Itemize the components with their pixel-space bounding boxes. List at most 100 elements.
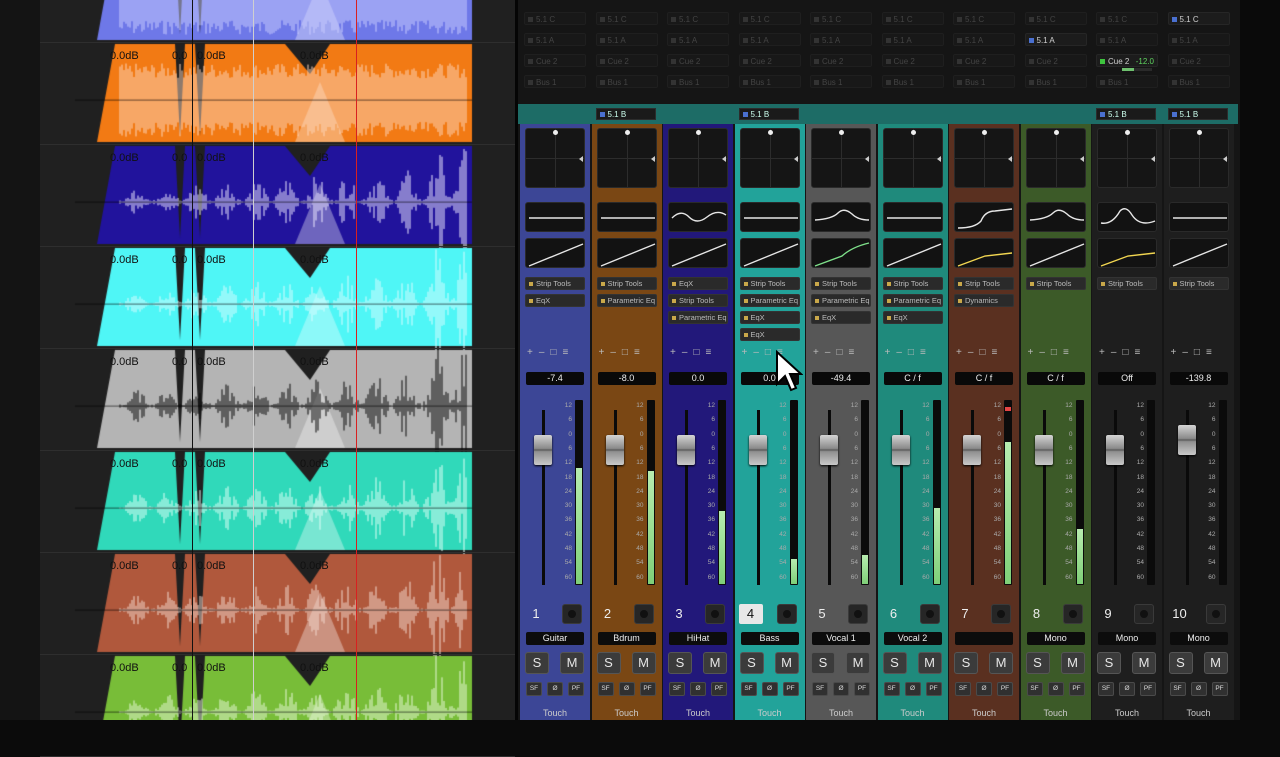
insert-power-icon[interactable] — [743, 333, 748, 338]
solo-free-button[interactable]: SF — [1169, 682, 1186, 696]
send-slot[interactable]: 5.1 C — [667, 12, 729, 25]
send-slot[interactable]: 5.1 A — [953, 33, 1015, 46]
clip-gain-label[interactable]: 0.0dB — [110, 254, 139, 266]
solo-free-button[interactable]: SF — [883, 682, 900, 696]
dynamics-curve-thumbnail[interactable] — [1168, 238, 1229, 268]
phase-invert-button[interactable]: Ø — [1047, 682, 1064, 696]
eq-curve-thumbnail[interactable] — [596, 202, 657, 232]
clip-gain-label[interactable]: 0.0dB — [300, 50, 329, 62]
clip-gain-label[interactable]: 0.0dB — [197, 356, 226, 368]
phase-invert-button[interactable]: Ø — [547, 682, 563, 696]
send-slot[interactable]: 5.1 C — [1024, 12, 1087, 25]
record-arm-button[interactable] — [776, 604, 797, 624]
solo-button[interactable]: S — [739, 652, 764, 674]
edit-marker-line[interactable] — [192, 0, 193, 720]
channel-number[interactable]: 10 — [1168, 604, 1192, 624]
channel-number[interactable]: 9 — [1096, 604, 1120, 624]
send-slot[interactable]: Bus 1 — [953, 75, 1015, 88]
dynamics-curve-thumbnail[interactable] — [954, 238, 1014, 268]
pan-position-dot[interactable] — [1125, 130, 1130, 135]
clip-gain-label[interactable]: 0.0dB — [110, 152, 139, 164]
channel-name[interactable] — [955, 632, 1013, 645]
insert-slot[interactable]: Parametric Eq — [811, 294, 871, 307]
insert-slot[interactable]: Strip Tools — [596, 277, 657, 290]
channel-number[interactable]: 2 — [596, 604, 620, 624]
playhead-line[interactable] — [356, 0, 357, 720]
volume-fader[interactable] — [1106, 434, 1124, 465]
send-slot[interactable]: Cue 2 — [524, 54, 586, 67]
insert-slot[interactable]: Parametric Eq — [739, 294, 800, 307]
channel-name[interactable]: Vocal 2 — [883, 632, 942, 645]
insert-power-icon[interactable] — [886, 282, 891, 287]
insert-slot[interactable]: Strip Tools — [525, 277, 585, 290]
send-slot[interactable]: Bus 1 — [1167, 75, 1230, 88]
insert-slot[interactable]: Strip Tools — [1097, 277, 1157, 290]
remove-insert-icon[interactable]: – — [1111, 347, 1118, 358]
send-slot[interactable]: Bus 1 — [667, 75, 729, 88]
dynamics-curve-thumbnail[interactable] — [1097, 238, 1157, 268]
insert-slot[interactable]: Strip Tools — [668, 294, 728, 307]
add-insert-icon[interactable]: + — [670, 347, 677, 358]
clip-gain-label[interactable]: 0.0dB — [197, 254, 226, 266]
solo-free-button[interactable]: SF — [526, 682, 542, 696]
insert-power-icon[interactable] — [1029, 282, 1034, 287]
send-slot[interactable]: 5.1 A — [1167, 33, 1230, 46]
automation-mode[interactable]: Touch — [1170, 707, 1228, 720]
pan-position-dot[interactable] — [624, 130, 630, 135]
insert-power-icon[interactable] — [815, 299, 819, 304]
volume-fader[interactable] — [605, 434, 624, 465]
automation-mode[interactable]: Touch — [598, 707, 656, 720]
eq-curve-thumbnail[interactable] — [882, 202, 943, 232]
output-routing[interactable]: 5.1 B — [1167, 108, 1228, 120]
pre-fader-listen-button[interactable]: PF — [925, 682, 942, 696]
clip-gain-label[interactable]: 0.0dB — [197, 152, 226, 164]
solo-free-button[interactable]: SF — [1026, 682, 1043, 696]
record-arm-button[interactable] — [991, 604, 1011, 624]
pan-position-dot[interactable] — [553, 130, 558, 135]
remove-insert-icon[interactable]: – — [682, 347, 689, 358]
surround-panner[interactable] — [1097, 128, 1157, 188]
volume-fader[interactable] — [963, 434, 981, 465]
automation-mode[interactable]: Touch — [741, 707, 799, 720]
insert-slot[interactable]: Strip Tools — [739, 277, 800, 290]
clip-gain-label[interactable]: 0.0 — [172, 458, 187, 470]
add-insert-icon[interactable]: + — [599, 347, 606, 358]
insert-power-icon[interactable] — [529, 299, 533, 304]
insert-menu-icon[interactable]: ≡ — [920, 347, 927, 358]
pan-position-dot[interactable] — [910, 130, 916, 135]
pre-fader-listen-button[interactable]: PF — [639, 682, 656, 696]
pre-fader-listen-button[interactable]: PF — [568, 682, 584, 696]
pan-position-dot[interactable] — [982, 130, 987, 135]
volume-readout[interactable]: 0.0 — [669, 372, 727, 385]
add-insert-icon[interactable]: + — [1099, 347, 1106, 358]
insert-slot[interactable]: Strip Tools — [1025, 277, 1086, 290]
volume-readout[interactable]: -49.4 — [812, 372, 870, 385]
insert-menu-icon[interactable]: ≡ — [705, 347, 712, 358]
channel-name[interactable]: Bass — [740, 632, 799, 645]
phase-invert-button[interactable]: Ø — [833, 682, 849, 696]
pre-fader-listen-button[interactable]: PF — [854, 682, 870, 696]
pan-position-dot[interactable] — [1053, 130, 1059, 135]
send-slot[interactable]: 5.1 C — [953, 12, 1015, 25]
channel-number[interactable]: 6 — [882, 604, 906, 624]
surround-panner[interactable] — [882, 128, 943, 188]
send-slot[interactable]: 5.1 A — [1096, 33, 1158, 46]
automation-mode[interactable]: Touch — [812, 707, 870, 720]
insert-power-icon[interactable] — [815, 282, 819, 287]
insert-power-icon[interactable] — [958, 282, 962, 287]
solo-button[interactable]: S — [811, 652, 835, 674]
insert-slot[interactable]: Strip Tools — [882, 277, 943, 290]
mute-button[interactable]: M — [846, 652, 870, 674]
clip-gain-label[interactable]: 0.0dB — [110, 662, 139, 674]
send-slot[interactable]: 5.1 C — [1167, 12, 1230, 25]
insert-slot[interactable]: EqX — [811, 311, 871, 324]
insert-power-icon[interactable] — [958, 299, 962, 304]
volume-fader[interactable] — [1177, 424, 1196, 455]
expand-insert-icon[interactable]: □ — [622, 347, 629, 358]
insert-slot[interactable]: EqX — [882, 311, 943, 324]
solo-button[interactable]: S — [1097, 652, 1121, 674]
add-insert-icon[interactable]: + — [527, 347, 534, 358]
clip-gain-label[interactable]: 0.0dB — [300, 356, 329, 368]
send-slot[interactable]: 5.1 C — [524, 12, 586, 25]
eq-curve-thumbnail[interactable] — [1097, 202, 1157, 232]
